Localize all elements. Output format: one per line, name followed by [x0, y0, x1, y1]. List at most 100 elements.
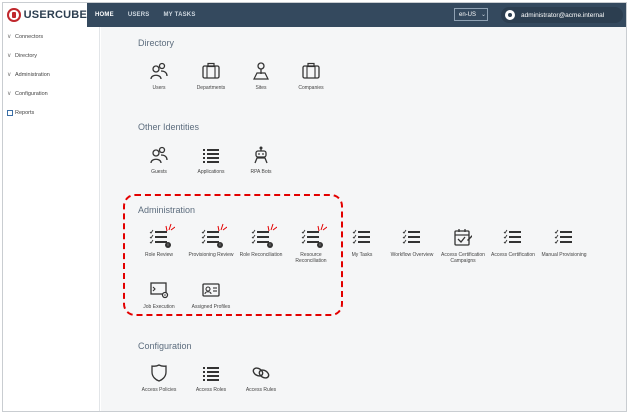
tile-label: Access Rules: [245, 387, 277, 393]
alert-burst-icon: [267, 223, 277, 231]
alert-burst-icon: [165, 223, 175, 231]
chevron-down-icon: ∨: [7, 53, 12, 59]
language-value: en-US: [459, 11, 477, 18]
tile-sites[interactable]: Sites: [236, 61, 286, 91]
tile-assigned-profiles[interactable]: Assigned Profiles: [186, 280, 236, 310]
section-title-configuration: Configuration: [138, 341, 192, 351]
notification-badge: !: [165, 242, 171, 248]
nav-my-tasks[interactable]: MY TASKS: [163, 12, 195, 18]
section-title-directory: Directory: [138, 38, 175, 48]
tile-label: Access Certification: [491, 252, 535, 258]
robot-icon: [250, 145, 272, 165]
calendar-check-icon: [452, 228, 474, 248]
tile-access-certification-campaigns[interactable]: Access Certification Campaigns: [438, 228, 488, 264]
logo[interactable]: USERCUBE: [3, 3, 87, 27]
avatar: [505, 10, 515, 20]
link-icon: [250, 363, 272, 383]
tile-label: RPA Bots: [250, 169, 272, 175]
tile-resource-reconciliation[interactable]: ! Resource Reconciliation: [286, 223, 336, 264]
tile-label: Workflow Overview: [390, 252, 434, 258]
tile-access-certification[interactable]: Access Certification: [488, 228, 538, 258]
app-window: USERCUBE HOME USERS MY TASKS en-US ⌄ adm…: [2, 2, 627, 412]
tile-access-rules[interactable]: Access Rules: [236, 363, 286, 393]
list-check-icon: [351, 228, 373, 248]
tile-label: Provisioning Review: [188, 252, 234, 258]
logo-text: USERCUBE: [23, 9, 87, 21]
user-name: administrator@acme.internal: [521, 11, 605, 19]
users-icon: [148, 61, 170, 81]
sidebar-item-label: Reports: [15, 109, 35, 116]
tile-companies[interactable]: Companies: [286, 61, 336, 91]
sidebar-item-label: Administration: [15, 71, 50, 78]
nav-home[interactable]: HOME: [95, 12, 114, 18]
tile-label: Job Execution: [143, 304, 175, 310]
tile-guests[interactable]: Guests: [134, 145, 184, 175]
list-check-icon: [502, 228, 524, 248]
user-menu[interactable]: administrator@acme.internal: [501, 7, 623, 23]
id-card-icon: [200, 280, 222, 300]
sidebar-item-label: Directory: [15, 52, 38, 59]
tile-role-review[interactable]: ! Role Review: [134, 223, 184, 258]
tile-users[interactable]: Users: [134, 61, 184, 91]
list-check-icon: !: [300, 223, 327, 248]
tile-label: Access Roles: [195, 387, 227, 393]
nav-users[interactable]: USERS: [128, 12, 150, 18]
briefcase-icon: [200, 61, 222, 81]
tile-label: Access Certification Campaigns: [441, 252, 485, 264]
users-icon: [148, 145, 170, 165]
sidebar-item-configuration[interactable]: ∨ Configuration: [3, 84, 99, 103]
sidebar-item-connectors[interactable]: ∨ Connectors: [3, 27, 99, 46]
sidebar-item-label: Configuration: [15, 90, 48, 97]
tile-provisioning-review[interactable]: ! Provisioning Review: [186, 223, 236, 258]
tile-label: Companies: [298, 85, 324, 91]
tile-label: Assigned Profiles: [191, 304, 231, 310]
list-icon: [200, 363, 222, 383]
tile-applications[interactable]: Applications: [186, 145, 236, 175]
alert-burst-icon: [217, 223, 227, 231]
list-check-icon: [401, 228, 423, 248]
list-check-icon: !: [200, 223, 227, 248]
section-title-administration: Administration: [138, 205, 196, 215]
main-nav: HOME USERS MY TASKS: [95, 3, 210, 27]
tile-access-policies[interactable]: Access Policies: [134, 363, 184, 393]
notification-badge: !: [217, 242, 223, 248]
tile-label: Applications: [197, 169, 225, 175]
list-icon: [200, 145, 222, 165]
map-pin-icon: [250, 61, 272, 81]
alert-burst-icon: [317, 223, 327, 231]
tile-label: Sites: [255, 85, 267, 91]
tile-role-reconciliation[interactable]: ! Role Reconciliation: [236, 223, 286, 258]
tile-workflow-overview[interactable]: Workflow Overview: [387, 228, 437, 258]
report-icon: [7, 109, 13, 116]
list-check-icon: [553, 228, 575, 248]
notification-badge: !: [267, 242, 273, 248]
sidebar: ∨ Connectors ∨ Directory ∨ Administratio…: [3, 27, 100, 411]
sidebar-item-reports[interactable]: Reports: [3, 103, 99, 122]
tile-my-tasks[interactable]: My Tasks: [337, 228, 387, 258]
tile-access-roles[interactable]: Access Roles: [186, 363, 236, 393]
home-dashboard: Directory Users Departments Sites Compan…: [101, 27, 626, 411]
tile-label: Role Reconciliation: [239, 252, 283, 258]
tile-label: Users: [152, 85, 166, 91]
list-check-icon: !: [250, 223, 277, 248]
tile-departments[interactable]: Departments: [186, 61, 236, 91]
top-navigation-bar: USERCUBE HOME USERS MY TASKS en-US ⌄ adm…: [3, 3, 626, 27]
tile-manual-provisioning[interactable]: Manual Provisioning: [539, 228, 589, 258]
chevron-down-icon: ⌄: [481, 12, 487, 18]
sidebar-item-directory[interactable]: ∨ Directory: [3, 46, 99, 65]
chevron-down-icon: ∨: [7, 72, 12, 78]
tile-label: Resource Reconciliation: [295, 252, 327, 264]
list-check-icon: !: [148, 223, 175, 248]
tile-label: My Tasks: [351, 252, 373, 258]
monitor-gear-icon: [148, 280, 170, 300]
language-select[interactable]: en-US ⌄: [454, 8, 488, 21]
tile-job-execution[interactable]: Job Execution: [134, 280, 184, 310]
sidebar-item-administration[interactable]: ∨ Administration: [3, 65, 99, 84]
tile-label: Manual Provisioning: [541, 252, 587, 258]
shield-icon: [148, 363, 170, 383]
tile-label: Access Policies: [141, 387, 177, 393]
sidebar-item-label: Connectors: [15, 33, 44, 40]
tile-label: Role Review: [144, 252, 174, 258]
section-title-other-identities: Other Identities: [138, 122, 200, 132]
tile-rpa-bots[interactable]: RPA Bots: [236, 145, 286, 175]
